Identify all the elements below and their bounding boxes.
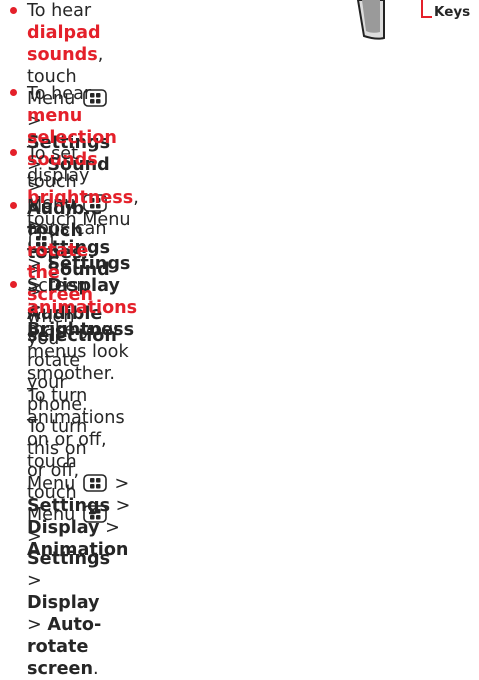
menu-path-item: Display bbox=[27, 593, 100, 613]
line: Menu > Settings > Display > Animation bbox=[27, 473, 137, 561]
bullet-text: Screen animations make your menus look s… bbox=[27, 275, 137, 561]
text-run: Screen bbox=[27, 276, 88, 296]
text-run: Menu bbox=[27, 474, 81, 494]
bullet-dot bbox=[10, 7, 17, 14]
line: To hear dialpad sounds, touch bbox=[27, 0, 110, 88]
text-run: > bbox=[108, 474, 130, 494]
bullet-dot bbox=[10, 202, 17, 209]
text-run: . bbox=[92, 659, 99, 679]
text-run: smoother. To turn animations on or off, … bbox=[27, 364, 125, 472]
text-run: > bbox=[110, 496, 131, 516]
keys-callout-label: Keys bbox=[434, 4, 471, 20]
menu-path-item: Settings bbox=[27, 496, 111, 516]
bullet-dot bbox=[10, 281, 17, 288]
text-run: > bbox=[27, 615, 48, 635]
highlighted-term: animations bbox=[27, 298, 138, 318]
text-run: Many apps can bbox=[27, 197, 107, 239]
text-run: To hear bbox=[27, 84, 92, 104]
manual-page: Keys To hear dialpad sounds, touch Menu … bbox=[0, 0, 479, 679]
callout-line bbox=[421, 0, 432, 18]
text-run: make your menus look bbox=[27, 320, 129, 362]
text-run: > bbox=[27, 571, 42, 591]
text-run: To hear bbox=[27, 1, 92, 21]
text-run: To set display bbox=[27, 144, 90, 186]
line: Screen animations make your menus look bbox=[27, 275, 137, 363]
line: smoother. To turn animations on or off, … bbox=[27, 363, 137, 473]
menu-key-icon bbox=[83, 474, 107, 492]
bullet-dot bbox=[10, 149, 17, 156]
text-run: > bbox=[99, 518, 120, 538]
bullet-dot bbox=[10, 89, 17, 96]
menu-path-item: Animation bbox=[27, 540, 129, 560]
highlighted-term: dialpad sounds bbox=[27, 23, 101, 65]
menu-path-item: Display bbox=[27, 518, 100, 538]
